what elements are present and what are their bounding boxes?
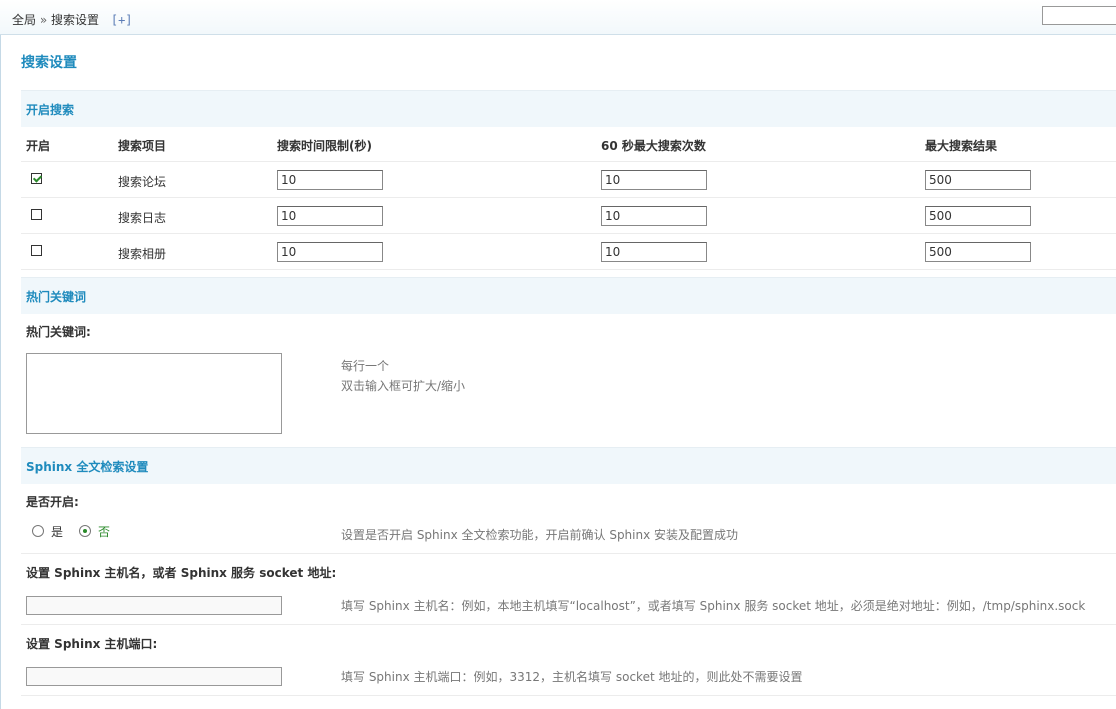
search-item-name: 搜索相册 xyxy=(118,247,167,261)
section-title: Sphinx 全文检索设置 xyxy=(26,460,149,474)
time-limit-input[interactable] xyxy=(277,206,383,226)
top-bar: 全局 » 搜索设置 [+] xyxy=(0,0,1116,35)
breadcrumb-current: 搜索设置 xyxy=(51,13,100,27)
hot-keywords-label: 热门关键词: xyxy=(26,325,91,339)
breadcrumb-separator: » xyxy=(39,13,48,27)
max-per-60s-input[interactable] xyxy=(601,242,707,262)
add-shortcut-link[interactable]: [+] xyxy=(111,13,133,27)
enable-checkbox-album[interactable] xyxy=(31,245,42,256)
max-results-input[interactable] xyxy=(925,206,1031,226)
sphinx-host-hint: 填写 Sphinx 主机名：例如，本地主机填写“localhost”，或者填写 … xyxy=(341,599,1086,613)
table-header-row: 开启 搜索项目 搜索时间限制(秒) 60 秒最大搜索次数 最大搜索结果 xyxy=(21,126,1116,162)
divider xyxy=(21,553,1116,554)
table-row: 搜索论坛 xyxy=(21,162,1116,198)
enable-checkbox-forum[interactable] xyxy=(31,173,42,184)
top-search-input[interactable] xyxy=(1042,6,1116,25)
max-results-input[interactable] xyxy=(925,170,1031,190)
table-row: 搜索日志 xyxy=(21,198,1116,234)
header-time-limit: 搜索时间限制(秒) xyxy=(277,139,372,153)
sphinx-port-hint: 填写 Sphinx 主机端口：例如，3312，主机名填写 socket 地址的，… xyxy=(341,670,803,684)
sphinx-port-input[interactable] xyxy=(26,667,282,686)
section-hot-keywords: 热门关键词 xyxy=(21,277,1116,314)
max-per-60s-input[interactable] xyxy=(601,206,707,226)
sphinx-enable-no-label: 否 xyxy=(98,525,111,539)
enable-checkbox-blog[interactable] xyxy=(31,209,42,220)
page-title: 搜索设置 xyxy=(21,55,77,71)
search-item-name: 搜索论坛 xyxy=(118,175,167,189)
hot-keywords-hint-1: 每行一个 xyxy=(341,359,390,373)
section-open-search: 开启搜索 xyxy=(21,90,1116,127)
max-per-60s-input[interactable] xyxy=(601,170,707,190)
sphinx-host-input[interactable] xyxy=(26,596,282,615)
sphinx-host-label: 设置 Sphinx 主机名，或者 Sphinx 服务 socket 地址: xyxy=(26,566,337,580)
sphinx-enable-yes-radio[interactable] xyxy=(32,525,44,537)
divider xyxy=(21,624,1116,625)
left-border xyxy=(0,0,1,709)
time-limit-input[interactable] xyxy=(277,242,383,262)
sphinx-port-label: 设置 Sphinx 主机端口: xyxy=(26,637,158,651)
sphinx-enable-no-radio[interactable] xyxy=(79,525,91,537)
section-sphinx: Sphinx 全文检索设置 xyxy=(21,447,1116,484)
divider xyxy=(21,695,1116,696)
header-max-per-60s: 60 秒最大搜索次数 xyxy=(601,139,706,153)
hot-keywords-hint-2: 双击输入框可扩大/缩小 xyxy=(341,379,466,393)
header-enable: 开启 xyxy=(26,139,51,153)
breadcrumb-root[interactable]: 全局 xyxy=(12,13,36,27)
time-limit-input[interactable] xyxy=(277,170,383,190)
search-item-name: 搜索日志 xyxy=(118,211,167,225)
header-item: 搜索项目 xyxy=(118,139,167,153)
section-title: 开启搜索 xyxy=(26,103,75,117)
section-title: 热门关键词 xyxy=(26,290,87,304)
breadcrumb: 全局 » 搜索设置 [+] xyxy=(12,11,133,28)
sphinx-enable-label: 是否开启: xyxy=(26,495,79,509)
sphinx-enable-hint: 设置是否开启 Sphinx 全文检索功能，开启前确认 Sphinx 安装及配置成… xyxy=(341,528,739,542)
max-results-input[interactable] xyxy=(925,242,1031,262)
header-max-results: 最大搜索结果 xyxy=(925,139,998,153)
hot-keywords-textarea[interactable] xyxy=(26,353,282,434)
table-row: 搜索相册 xyxy=(21,234,1116,270)
sphinx-enable-yes-label: 是 xyxy=(51,525,64,539)
